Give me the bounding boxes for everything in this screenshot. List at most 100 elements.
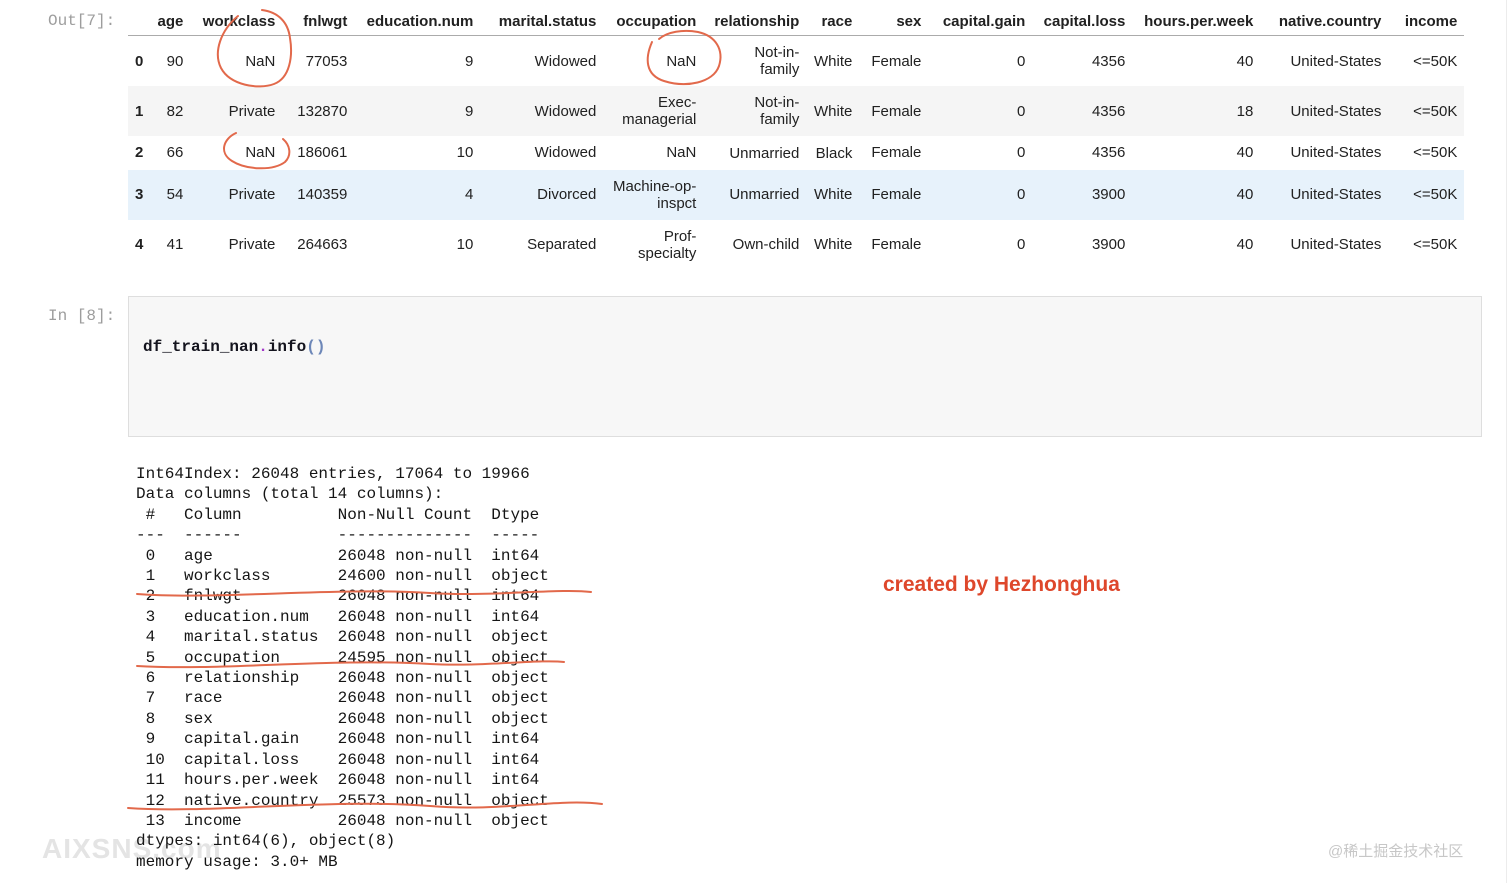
table-cell: White	[806, 86, 859, 136]
dataframe-table: age workclass fnlwgt education.num marital.s…	[128, 8, 1465, 270]
table-cell: 41	[166, 236, 184, 254]
table-cell: 40	[1236, 52, 1254, 70]
table-cell-text: Own-child	[732, 236, 800, 254]
column-header: capital.gain	[928, 8, 1033, 36]
table-cell: 3900	[1091, 186, 1126, 204]
table-cell: Unmarried	[703, 170, 806, 220]
table-cell: Not-in-family	[703, 36, 806, 87]
table-cell: <=50K	[1413, 52, 1458, 70]
table-cell: Not-in-family	[703, 86, 806, 136]
table-cell: NaN	[666, 144, 697, 162]
table-cell: 186061	[297, 144, 348, 162]
column-header: age	[150, 8, 191, 36]
table-cell-text: White	[814, 102, 853, 120]
table-cell-text: Not-in-family	[754, 94, 800, 128]
row-index: 4	[135, 236, 144, 254]
in-prompt-label: In [8]:	[48, 307, 116, 325]
table-cell: Black	[806, 136, 859, 170]
table-cell: 0	[1017, 186, 1026, 204]
table-cell: 4356	[1091, 102, 1126, 120]
table-cell: Exec-managerial	[622, 94, 697, 128]
column-header: workclass	[190, 8, 283, 36]
column-header: sex	[859, 8, 929, 36]
table-cell: Female	[871, 52, 922, 70]
table-cell: 77053	[305, 52, 348, 70]
table-cell: Unmarried	[703, 136, 806, 170]
table-cell: Female	[871, 102, 922, 120]
table-row: 1 82 Private 132870 9 Widowed Exec-managerial N…	[128, 86, 1465, 136]
table-cell-text: White	[814, 52, 853, 70]
column-header: relationship	[703, 8, 807, 36]
column-header: education.num	[354, 8, 481, 36]
table-cell: NaN	[245, 144, 276, 162]
table-cell: 0	[1017, 144, 1026, 162]
table-header-row: age workclass fnlwgt education.num marital.s…	[128, 8, 1465, 36]
table-cell: United-States	[1290, 236, 1382, 254]
dataframe-output: age workclass fnlwgt education.num marital.s…	[128, 8, 1465, 270]
table-cell: 40	[1236, 236, 1254, 254]
table-cell: White	[806, 170, 859, 220]
info-output: Int64Index: 26048 entries, 17064 to 1996…	[136, 465, 549, 871]
table-cell: <=50K	[1413, 102, 1458, 120]
code-cell[interactable]: df_train_nan.info()	[128, 296, 1482, 437]
code-dot-operator: .	[258, 338, 268, 356]
table-cell: Machine-op-inspct	[612, 177, 697, 212]
table-cell: Female	[871, 236, 922, 254]
column-header: capital.loss	[1032, 8, 1133, 36]
column-header: occupation	[603, 8, 704, 36]
table-cell: 140359	[297, 186, 348, 204]
table-cell: 0	[1017, 52, 1026, 70]
table-row: 0 90 NaN 77053 9 Widowed NaN Not-in-family White…	[128, 36, 1464, 87]
code-variable: df_train_nan	[143, 338, 259, 356]
out-prompt-label: Out[7]:	[48, 12, 116, 30]
table-cell-text: Black	[815, 144, 853, 162]
code-method: info	[267, 338, 307, 356]
column-header: race	[806, 8, 860, 36]
table-row: 4 41 Private 264663 10 Separated Prof-specialt…	[128, 220, 1464, 270]
table-cell: NaN	[666, 52, 697, 70]
table-cell: Widowed	[534, 52, 597, 70]
index-column-header	[128, 8, 151, 36]
credit-text: created by Hezhonghua	[883, 573, 1120, 596]
table-cell: Female	[871, 144, 922, 162]
table-cell-text: White	[814, 236, 853, 254]
row-index: 2	[135, 144, 144, 162]
table-cell: 4	[465, 186, 474, 204]
table-cell-text: Unmarried	[729, 144, 800, 162]
table-cell: Private	[228, 186, 276, 204]
table-cell-text: Unmarried	[729, 186, 800, 204]
table-cell: 40	[1236, 144, 1254, 162]
table-cell: Separated	[527, 236, 597, 254]
table-cell: <=50K	[1413, 186, 1458, 204]
table-cell: <=50K	[1413, 144, 1458, 162]
table-cell: 132870	[297, 102, 348, 120]
table-cell: 3900	[1091, 236, 1126, 254]
column-header: marital.status	[480, 8, 604, 36]
table-cell: United-States	[1290, 186, 1382, 204]
row-index: 1	[135, 102, 144, 120]
table-cell: 4356	[1091, 52, 1126, 70]
table-row: 3 54 Private 140359 4 Divorced Machine-op-insp…	[128, 169, 1465, 220]
column-header: fnlwgt	[282, 8, 355, 36]
table-cell: 40	[1236, 186, 1254, 204]
table-cell: 10	[456, 236, 474, 254]
table-cell: Female	[871, 186, 922, 204]
row-index: 0	[135, 52, 144, 70]
table-cell: White	[806, 36, 859, 87]
column-header: native.country	[1260, 8, 1389, 36]
table-cell: Private	[228, 236, 276, 254]
page-edge-divider	[1506, 0, 1507, 883]
table-cell: Widowed	[534, 102, 597, 120]
table-cell: NaN	[245, 52, 276, 70]
table-cell: United-States	[1290, 52, 1382, 70]
table-cell: 264663	[297, 236, 348, 254]
table-cell: 9	[465, 102, 474, 120]
table-cell: United-States	[1290, 144, 1382, 162]
table-cell: Prof-specialty	[637, 227, 697, 262]
table-cell: Private	[228, 102, 276, 120]
table-cell: 10	[456, 144, 474, 162]
column-header: income	[1388, 8, 1465, 36]
table-cell: 54	[166, 186, 184, 204]
table-cell: 0	[1017, 102, 1026, 120]
table-cell: 82	[166, 102, 184, 120]
